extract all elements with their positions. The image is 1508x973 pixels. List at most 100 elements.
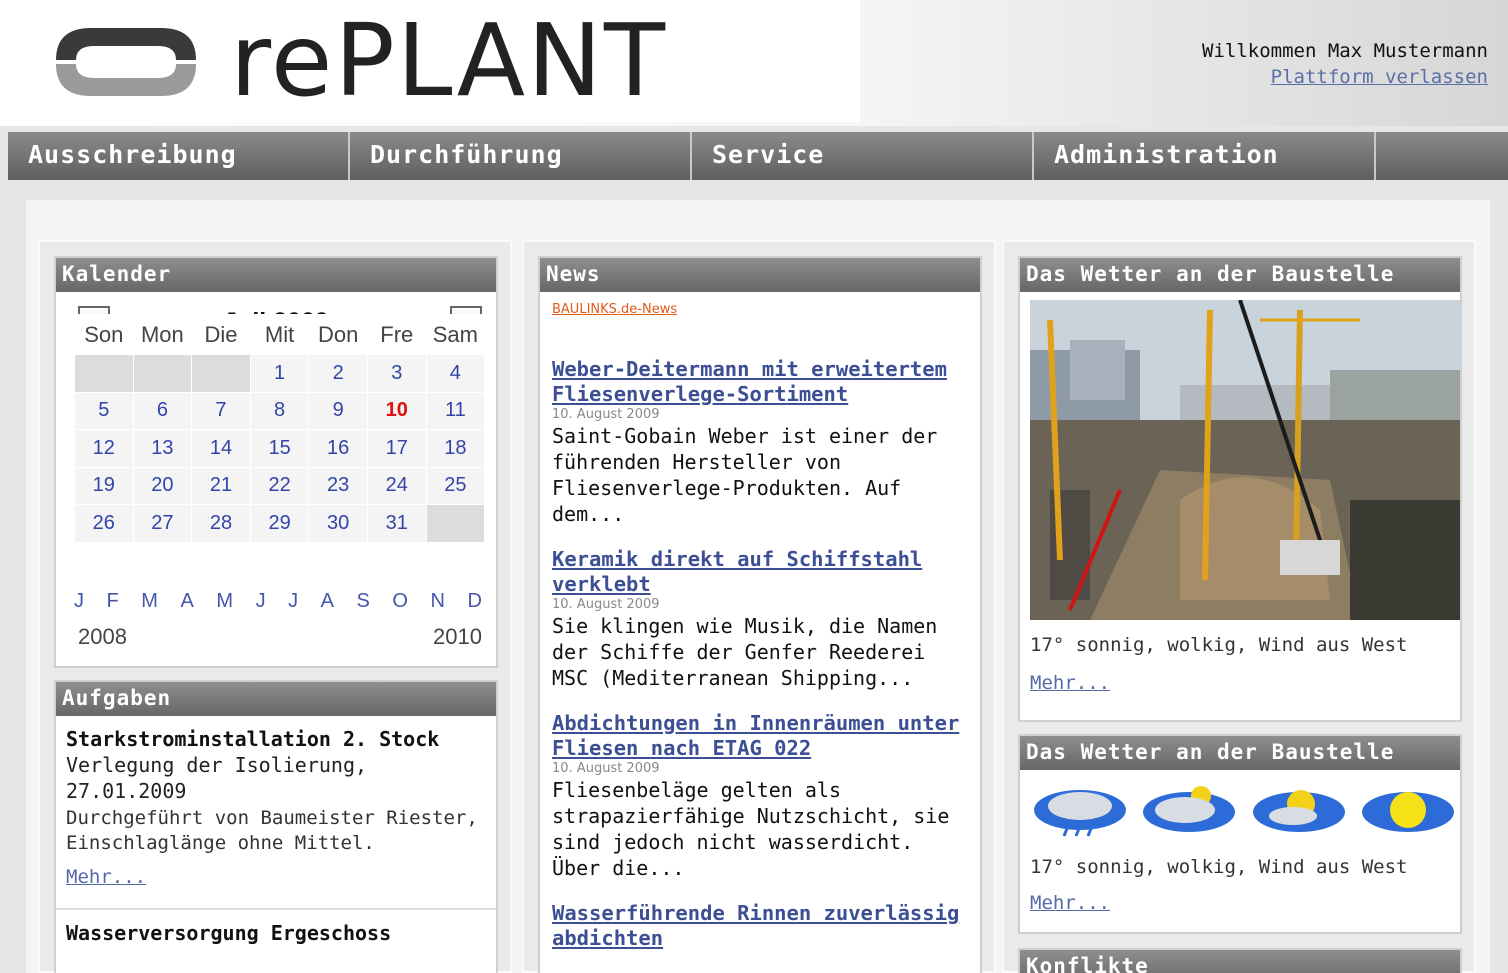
calendar-day[interactable]: 22 xyxy=(249,466,310,505)
calendar-title: Kalender xyxy=(56,258,496,292)
partly-sunny-icon xyxy=(1252,790,1345,832)
calendar-day[interactable]: 14 xyxy=(191,429,251,468)
weather-more-link[interactable]: Mehr... xyxy=(1030,892,1110,914)
calendar-day[interactable]: 4 xyxy=(425,354,486,393)
task-date: 27.01.2009 xyxy=(66,779,187,803)
prev-year-link[interactable]: 2008 xyxy=(78,624,127,650)
logo-text: rePLANT xyxy=(230,2,668,119)
news-date: 10. August 2009 xyxy=(552,407,660,422)
month-link[interactable]: N xyxy=(430,590,444,613)
nav-administration[interactable]: Administration xyxy=(1034,132,1376,180)
weekday-header: Sam xyxy=(425,314,486,355)
calendar-week: 1234 xyxy=(74,354,486,393)
weather-more-link[interactable]: Mehr... xyxy=(1030,672,1110,694)
rain-cloud-icon xyxy=(1034,790,1126,837)
calendar-day[interactable]: 7 xyxy=(191,391,251,430)
month-link[interactable]: D xyxy=(467,590,481,613)
task-subtitle: Verlegung der Isolierung, xyxy=(66,753,368,777)
month-link[interactable]: O xyxy=(392,590,408,613)
calendar-day[interactable]: 18 xyxy=(425,429,486,468)
calendar-day[interactable]: 6 xyxy=(132,391,193,430)
calendar-day[interactable]: 27 xyxy=(132,504,193,543)
calendar-day[interactable]: 15 xyxy=(249,429,310,468)
logo[interactable]: rePLANT xyxy=(8,0,860,122)
exit-platform-link[interactable]: Plattform verlassen xyxy=(1202,66,1488,88)
next-year-link[interactable]: 2010 xyxy=(433,624,482,650)
news-date: 10. August 2009 xyxy=(552,761,660,776)
calendar-week: 19 20 21 22 23 24 25 xyxy=(74,466,486,505)
calendar-day[interactable]: 8 xyxy=(249,391,310,430)
calendar-week: 5 6 7 8 9 10 11 xyxy=(74,391,486,430)
calendar-week: 26 27 28 29 30 31 xyxy=(74,504,486,543)
weekday-header: Fre xyxy=(366,314,427,355)
calendar-day[interactable]: 29 xyxy=(249,504,310,543)
user-area: Willkommen Max Mustermann Plattform verl… xyxy=(1202,40,1488,88)
calendar-day[interactable]: 16 xyxy=(308,429,368,468)
month-link[interactable]: M xyxy=(141,590,158,613)
nav-service[interactable]: Service xyxy=(692,132,1034,180)
month-link[interactable]: J xyxy=(74,590,84,613)
weekday-header: Mon xyxy=(132,314,193,355)
weekday-header: Mit xyxy=(249,314,310,355)
nav-ausschreibung[interactable]: Ausschreibung xyxy=(8,132,350,180)
calendar-day[interactable]: 23 xyxy=(308,466,368,505)
welcome-text: Willkommen Max Mustermann xyxy=(1202,40,1488,62)
calendar-day[interactable]: 17 xyxy=(366,429,427,468)
calendar-day[interactable]: 9 xyxy=(308,391,368,430)
calendar-day[interactable]: 2 xyxy=(308,354,368,393)
task-item: Starkstrominstallation 2. Stock Verlegun… xyxy=(56,716,496,898)
calendar-day[interactable]: 11 xyxy=(425,391,486,430)
nav-durchfuehrung[interactable]: Durchführung xyxy=(350,132,692,180)
main-nav: Ausschreibung Durchführung Service Admin… xyxy=(8,132,1508,180)
calendar-day[interactable]: 5 xyxy=(74,391,134,430)
news-item-link[interactable]: Wasserführende Rinnen zuverlässig abdich… xyxy=(552,901,972,951)
news-source-link[interactable]: BAULINKS.de-News xyxy=(552,302,980,317)
calendar-day[interactable]: 19 xyxy=(74,466,134,505)
calendar-day[interactable]: 25 xyxy=(425,466,486,505)
calendar-day[interactable]: 28 xyxy=(191,504,251,543)
month-link[interactable]: J xyxy=(256,590,266,613)
task-title: Wasserversorgung Ergeschoss xyxy=(66,921,392,945)
calendar-grid: Son Mon Die Mit Don Fre Sam 1 2 3 4 5 6 7 8 9 10 11 12 13 1… xyxy=(74,314,486,543)
construction-site-photo xyxy=(1030,300,1460,620)
news-item-link[interactable]: Weber-Deitermann mit erweitertem Fliesen… xyxy=(552,357,972,407)
news-item: Weber-Deitermann mit erweitertem Fliesen… xyxy=(552,357,972,527)
news-item: Abdichtungen in Innenräumen unter Fliese… xyxy=(552,711,972,881)
news-item-link[interactable]: Keramik direkt auf Schiffstahl verklebt xyxy=(552,547,972,597)
calendar-panel: Kalender ◀ Juli 2009 ▶ SonMonDieMitDonFr… xyxy=(54,256,498,668)
middle-column: News BAULINKS.de-News Weber-Deitermann m… xyxy=(522,240,996,973)
month-link[interactable]: A xyxy=(180,590,193,613)
weather-text: 17° sonnig, wolkig, Wind aus West xyxy=(1030,856,1408,878)
news-item: Wasserführende Rinnen zuverlässig abdich… xyxy=(552,901,972,951)
calendar-day[interactable]: 10 xyxy=(366,391,427,430)
month-link[interactable]: J xyxy=(288,590,298,613)
news-item-link[interactable]: Abdichtungen in Innenräumen unter Fliese… xyxy=(552,711,972,761)
calendar-day[interactable]: 12 xyxy=(74,429,134,468)
conflicts-title: Konflikte xyxy=(1020,950,1460,973)
calendar-empty-cell xyxy=(191,354,251,393)
conflicts-panel: Konflikte xyxy=(1018,948,1462,973)
task-description: Durchgeführt von Baumeister Riester, Ein… xyxy=(66,807,478,854)
month-link[interactable]: A xyxy=(321,590,334,613)
weather-title: Das Wetter an der Baustelle xyxy=(1020,736,1460,770)
calendar-day[interactable]: 26 xyxy=(74,504,134,543)
tasks-panel: Aufgaben Starkstrominstallation 2. Stock… xyxy=(54,680,498,973)
tasks-title: Aufgaben xyxy=(56,682,496,716)
weather-icons xyxy=(1030,780,1458,840)
cloudy-icon xyxy=(1143,786,1236,832)
calendar-day[interactable]: 31 xyxy=(366,504,427,543)
year-nav: 2008 2010 xyxy=(78,624,482,650)
calendar-day[interactable]: 13 xyxy=(132,429,193,468)
task-item: Wasserversorgung Ergeschoss xyxy=(56,910,496,956)
calendar-day[interactable]: 20 xyxy=(132,466,193,505)
calendar-day[interactable]: 1 xyxy=(249,354,310,393)
calendar-day[interactable]: 24 xyxy=(366,466,427,505)
calendar-day[interactable]: 30 xyxy=(308,504,368,543)
month-link[interactable]: F xyxy=(107,590,119,613)
month-link[interactable]: S xyxy=(357,590,370,613)
month-link[interactable]: M xyxy=(216,590,233,613)
calendar-day[interactable]: 3 xyxy=(366,354,427,393)
calendar-day[interactable]: 21 xyxy=(191,466,251,505)
task-more-link[interactable]: Mehr... xyxy=(66,866,486,888)
